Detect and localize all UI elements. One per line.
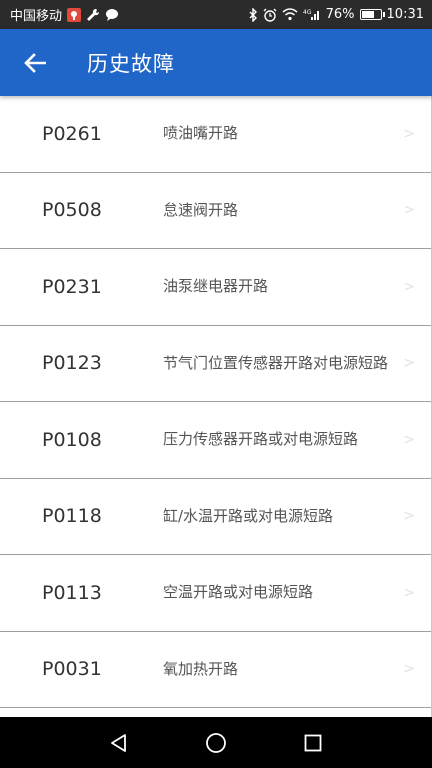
fault-description: 怠速阀开路 [163, 200, 239, 219]
fault-code: P0118 [42, 505, 102, 528]
fault-row-P0231[interactable]: P0231 油泵继电器开路 > [0, 249, 431, 326]
nav-recents-button[interactable] [293, 723, 333, 763]
bluetooth-icon [248, 7, 258, 22]
back-button[interactable] [0, 29, 70, 96]
carrier-name: 中国移动 [10, 9, 63, 24]
fault-description: 压力传感器开路或对电源短路 [163, 430, 359, 449]
fault-code: P0231 [42, 275, 102, 298]
signal-strength-icon: 4G [303, 8, 321, 21]
fault-row-P0118[interactable]: P0118 缸/水温开路或对电源短路 > [0, 478, 431, 555]
fault-code: P0113 [42, 581, 102, 604]
status-bar: 中国移动 4G 76% 10:31 [0, 0, 432, 29]
nav-back-button[interactable] [99, 723, 139, 763]
chevron-right-icon: > [403, 355, 415, 372]
chat-bubble-notification-icon [105, 8, 119, 22]
fault-code: P0108 [42, 428, 102, 451]
fault-code: P0123 [42, 352, 102, 375]
fault-description: 喷油嘴开路 [163, 124, 239, 143]
fault-description: 缸/水温开路或对电源短路 [163, 506, 334, 525]
fault-code: P0508 [42, 199, 102, 222]
fault-list[interactable]: P0261 喷油嘴开路 > P0508 怠速阀开路 > P0231 油泵继电器开… [0, 96, 432, 717]
alarm-clock-icon [263, 8, 277, 22]
network-type-label: 4G [303, 9, 312, 16]
app-bar: 历史故障 [0, 29, 432, 96]
status-left: 中国移动 [10, 5, 119, 24]
fault-description: 氧加热开路 [163, 659, 239, 678]
square-recents-icon [304, 734, 322, 751]
fault-row-P0508[interactable]: P0508 怠速阀开路 > [0, 172, 431, 249]
circle-home-icon [206, 732, 226, 753]
arrow-left-icon [24, 52, 46, 73]
chevron-right-icon: > [403, 508, 415, 525]
wifi-icon [282, 8, 298, 21]
fault-row-P0261[interactable]: P0261 喷油嘴开路 > [0, 96, 431, 173]
chevron-right-icon: > [403, 584, 415, 601]
status-right: 4G 76% 10:31 [248, 7, 424, 22]
fault-description: 油泵继电器开路 [163, 277, 269, 296]
fault-row-P0108[interactable]: P0108 压力传感器开路或对电源短路 > [0, 402, 431, 479]
battery-icon [359, 9, 385, 20]
clock-time: 10:31 [386, 7, 424, 22]
nav-home-button[interactable] [196, 723, 236, 763]
fault-code: P0261 [42, 122, 102, 145]
battery-percent: 76% [325, 7, 355, 22]
chevron-right-icon: > [403, 125, 415, 142]
fault-description: 空温开路或对电源短路 [163, 583, 314, 602]
triangle-back-icon [110, 733, 126, 752]
chevron-right-icon: > [403, 278, 415, 295]
battery-fill [361, 11, 375, 18]
chevron-right-icon: > [403, 431, 415, 448]
system-nav-bar [0, 717, 432, 768]
fault-row-P0031[interactable]: P0031 氧加热开路 > [0, 631, 431, 708]
fault-description: 节气门位置传感器开路对电源短路 [163, 353, 389, 372]
fault-row-P0113[interactable]: P0113 空温开路或对电源短路 > [0, 555, 431, 632]
map-pin-notification-icon [67, 7, 82, 22]
fault-code: P0031 [42, 658, 102, 681]
fault-row-P0123[interactable]: P0123 节气门位置传感器开路对电源短路 > [0, 325, 431, 402]
chevron-right-icon: > [403, 202, 415, 219]
wrench-notification-icon [86, 8, 100, 22]
page-title: 历史故障 [87, 51, 175, 76]
chevron-right-icon: > [403, 661, 415, 678]
